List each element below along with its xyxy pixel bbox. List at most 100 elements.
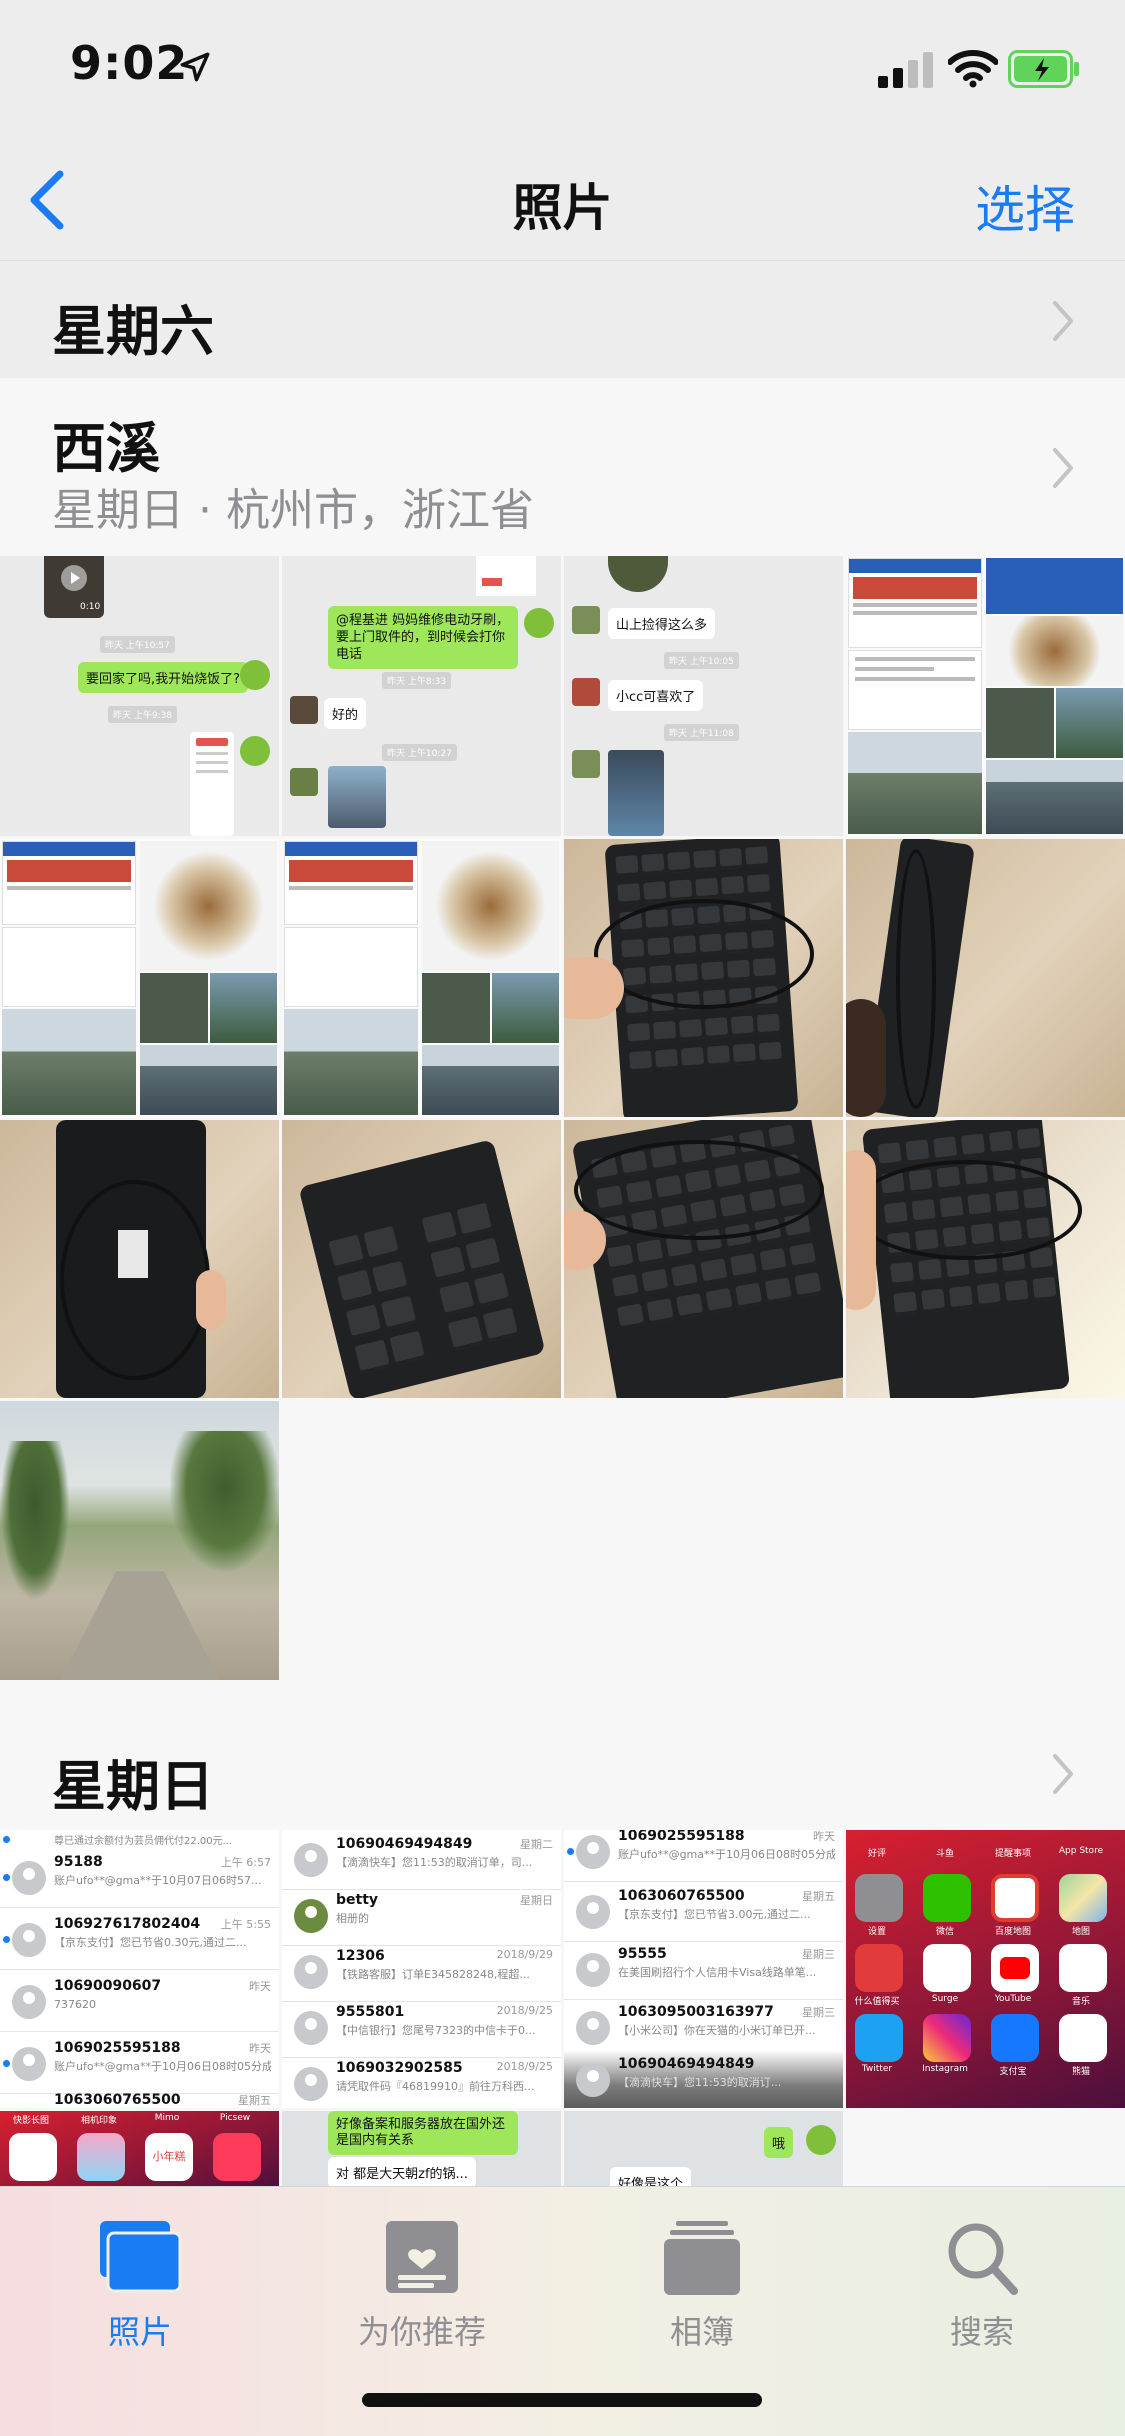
avatar <box>576 1895 610 1929</box>
play-icon <box>61 565 87 591</box>
music-app-icon <box>1059 1944 1107 1992</box>
avatar <box>294 1843 328 1877</box>
avatar <box>294 2067 328 2101</box>
home-indicator[interactable] <box>362 2393 762 2407</box>
avatar <box>294 1955 328 1989</box>
photo-thumbnail[interactable]: 1069025595188 昨天 账户ufo**@gma**于10月06日08时… <box>564 1830 843 2108</box>
hand <box>196 1270 226 1330</box>
photo-thumbnail[interactable] <box>0 1120 279 1398</box>
photo-thumbnail[interactable] <box>564 839 843 1117</box>
twitter-app-icon <box>855 2014 903 2062</box>
sms-preview: 账户ufo**@gma**于10月06日08时05分成功付款15.00元【支付宝… <box>54 2060 271 2073</box>
photo-thumbnail[interactable] <box>0 839 279 1117</box>
collage-panel <box>422 973 490 1043</box>
chat-bubble: 好的 <box>324 698 367 729</box>
app-label: YouTube <box>994 1994 1032 2004</box>
collage-panel <box>140 1045 277 1115</box>
app-label: 快影长图 <box>12 2116 49 2126</box>
photo-thumbnail[interactable] <box>846 839 1125 1117</box>
cable <box>896 849 936 1109</box>
collage-panel <box>140 841 277 971</box>
photo-thumbnail[interactable] <box>846 556 1125 836</box>
collage-panel <box>848 732 982 834</box>
photo-thumbnail[interactable] <box>282 1120 561 1398</box>
select-button[interactable]: 选择 <box>975 170 1075 242</box>
section-xixi[interactable]: 西溪 星期日 · 杭州市，浙江省 <box>0 378 1125 556</box>
chat-timestamp: 昨天 上午10:05 <box>664 652 739 669</box>
collage-panel <box>210 973 277 1043</box>
photo-thumbnail[interactable] <box>564 1120 843 1398</box>
sms-preview: 【滴滴快车】您11:53的取消订单，司... <box>336 1856 533 1869</box>
sms-snippet: 尊已通过余额付为芸员佣代付22.00元... <box>54 1836 233 1847</box>
unread-dot <box>567 1848 574 1855</box>
tab-label: 搜索 <box>949 2313 1014 2351</box>
sms-preview: 【京东支付】您已节省0.30元,通过二... <box>54 1936 247 1949</box>
avatar <box>290 768 318 796</box>
smzdm-app-icon <box>855 1944 903 1992</box>
collage-panel <box>986 760 1123 834</box>
list-item: 10690469494849 【滴滴快车】您11:53的取消订... <box>564 2050 843 2108</box>
sms-date: 上午 5:55 <box>220 1918 271 1931</box>
sms-date: 星期五 <box>802 1890 835 1903</box>
photo-thumbnail[interactable]: 好像备案和服务器放在国外还是国内有关系 对 都是大天朝zf的锅... <box>282 2111 561 2191</box>
sms-sender: 1069025595188 <box>618 1830 745 1844</box>
youtube-app-icon <box>991 1944 1039 1992</box>
cable <box>594 899 814 1009</box>
photo-thumbnail[interactable]: 山上捡得这么多 昨天 上午10:05 小cc可喜欢了 昨天 上午11:08 <box>564 556 843 836</box>
sms-date: 星期二 <box>520 1838 553 1851</box>
wechat-app-icon <box>923 1874 971 1922</box>
sms-date: 2018/9/29 <box>496 1948 553 1961</box>
tree <box>170 1431 279 1571</box>
collage-panel <box>986 616 1123 686</box>
collage-panel <box>284 1009 418 1115</box>
list-item: 9555801 2018/9/25 【中信银行】您尾号7323的中信卡于0... <box>282 1998 561 2058</box>
tree <box>0 1441 70 1601</box>
photo-thumbnail[interactable]: @程基进 妈妈维修电动牙刷，要上门取件的，到时候会打你电话 昨天 上午8:33 … <box>282 556 561 836</box>
avatar <box>240 660 270 690</box>
collage-panel <box>2 841 136 925</box>
signal-icon <box>878 52 933 88</box>
status-time: 9:02 <box>70 36 189 90</box>
chat-timestamp: 昨天 上午8:33 <box>382 672 452 689</box>
photo-thumbnail[interactable]: 好评 斗鱼 提醒事项 App Store 设置 微信 百度地图 地图 什么值得买… <box>846 1830 1125 2108</box>
sms-sender: 1063060765500 <box>54 2092 181 2108</box>
section-sunday[interactable]: 星期日 <box>0 1700 1125 1830</box>
sms-date: 昨天 <box>249 1980 271 1993</box>
child-photo <box>328 766 386 828</box>
arm <box>846 999 886 1117</box>
list-item: 1069032902585 2018/9/25 请凭取件码『46819910』前… <box>282 2054 561 2108</box>
chat-bubble: @程基进 妈妈维修电动牙刷，要上门取件的，到时候会打你电话 <box>328 606 518 669</box>
photo-thumbnail[interactable]: 10690469494849 星期二 【滴滴快车】您11:53的取消订单，司..… <box>282 1830 561 2108</box>
sms-date: 上午 6:57 <box>220 1856 271 1869</box>
chat-bubble: 好像备案和服务器放在国外还是国内有关系 <box>328 2111 518 2155</box>
collage-panel <box>492 973 559 1043</box>
photo-thumbnail[interactable] <box>0 1401 279 1680</box>
app-label: 支付宝 <box>999 2067 1027 2077</box>
photo-thumbnail[interactable] <box>282 839 561 1117</box>
tab-for-you[interactable]: 为你推荐 <box>282 2207 562 2357</box>
collage-panel <box>422 1045 559 1115</box>
chevron-right-icon <box>1053 448 1073 488</box>
photo-thumbnail[interactable]: 0:10 昨天 上午10:57 要回家了吗,我开始烧饭了? 昨天 上午9:38 <box>0 556 279 836</box>
chat-timestamp: 昨天 上午10:57 <box>100 636 175 653</box>
photo-thumbnail[interactable]: 尊已通过余额付为芸员佣代付22.00元... 95188 上午 6:57 账户u… <box>0 1830 279 2108</box>
tab-search[interactable]: 搜索 <box>842 2207 1122 2357</box>
tab-albums[interactable]: 相簿 <box>562 2207 842 2357</box>
avatar <box>576 2011 610 2045</box>
add-app-icon <box>9 2133 57 2181</box>
video-thumbnail: 0:10 <box>44 556 104 618</box>
sms-sender: 1069025595188 <box>54 2040 181 2056</box>
sms-preview: 【铁路客服】订单E345828248,程超... <box>336 1968 530 1981</box>
tab-photos[interactable]: 照片 <box>0 2207 280 2357</box>
sms-preview: 【小米公司】你在天猫的小米订单已开... <box>618 2024 816 2037</box>
avatar <box>572 750 600 778</box>
collage-panel <box>986 558 1123 614</box>
photo-thumbnail[interactable]: 哦 好像是这个 <box>564 2111 843 2191</box>
photo-thumbnail[interactable]: 快影长图 相机印象 Mimo Picsew 小年糕 <box>0 2111 279 2191</box>
section-saturday[interactable]: 星期六 <box>0 260 1125 378</box>
avatar <box>240 736 270 766</box>
section-title: 星期六 <box>52 300 214 363</box>
photo-thumbnail[interactable] <box>846 1120 1125 1398</box>
collage-panel <box>422 841 559 971</box>
tab-label: 相簿 <box>669 2313 734 2351</box>
